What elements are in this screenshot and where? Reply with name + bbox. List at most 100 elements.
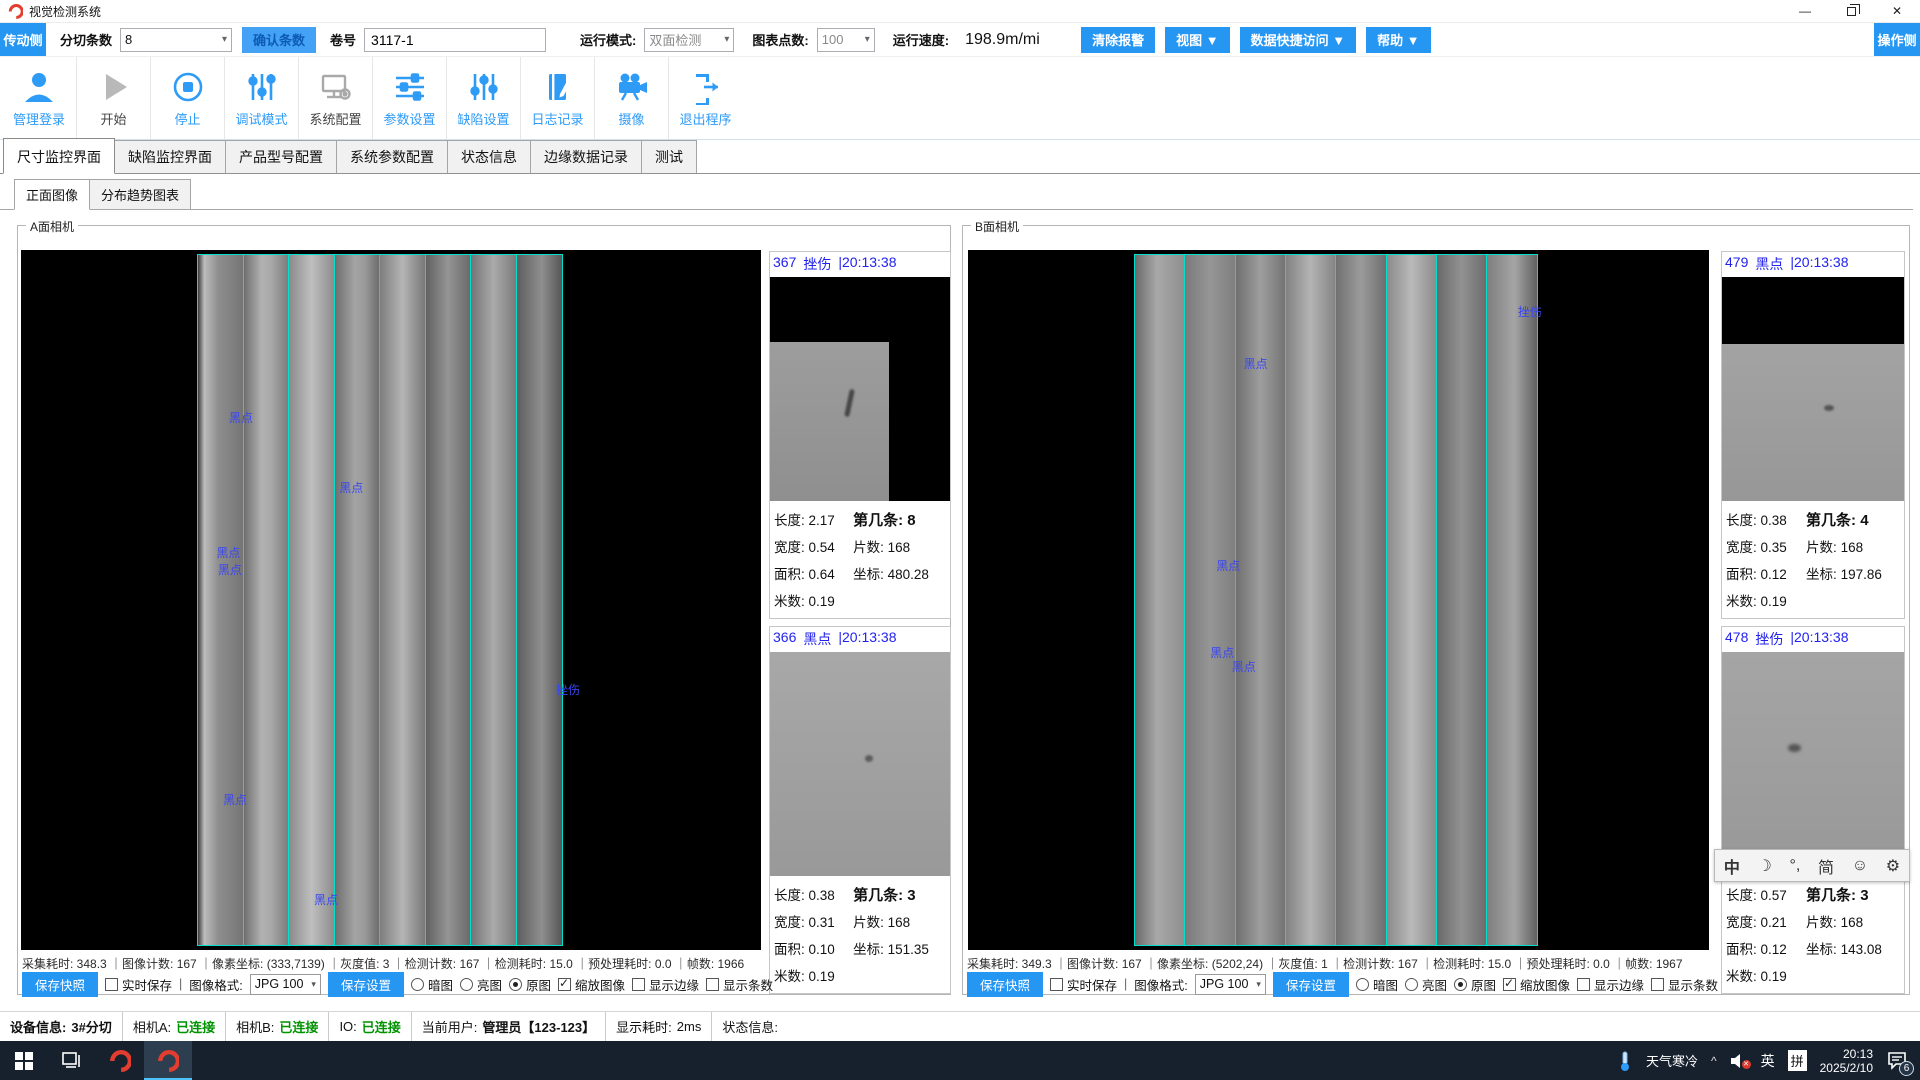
system-tray: 天气寒冷 ^ ✕ 英 拼 20:13 2025/2/10 6 bbox=[1617, 1041, 1920, 1080]
save-settings-button[interactable]: 保存设置 bbox=[1273, 972, 1349, 997]
show-edge-checkbox[interactable]: 显示边缘 bbox=[632, 975, 699, 994]
view-menu-button[interactable]: 视图 ▼ bbox=[1165, 27, 1229, 53]
weather-text[interactable]: 天气寒冷 bbox=[1646, 1051, 1698, 1070]
monitor-gear-icon bbox=[317, 68, 355, 106]
operator-side-button[interactable]: 操作侧 bbox=[1874, 23, 1920, 56]
show-count-checkbox[interactable]: 显示条数 bbox=[1651, 975, 1718, 994]
taskbar-app-icon[interactable] bbox=[96, 1041, 144, 1080]
app-logo-icon bbox=[109, 1050, 131, 1072]
defect-thumbnail bbox=[1722, 652, 1904, 876]
clear-alarm-button[interactable]: 清除报警 bbox=[1081, 27, 1155, 53]
debug-mode-button[interactable]: 调试模式 bbox=[224, 57, 298, 139]
defect-card[interactable]: 479 黑点 |20:13:38 长度: 0.38 第几条: 4 宽度: 0.3… bbox=[1721, 251, 1905, 619]
help-menu-button[interactable]: 帮助 ▼ bbox=[1366, 27, 1430, 53]
emoji-icon[interactable]: ☺ bbox=[1852, 857, 1868, 875]
save-settings-button[interactable]: 保存设置 bbox=[328, 972, 404, 997]
admin-login-button[interactable]: 管理登录 bbox=[2, 57, 76, 139]
exit-program-button[interactable]: 退出程序 bbox=[668, 57, 742, 139]
start-button[interactable]: 开始 bbox=[76, 57, 150, 139]
ime-mode-chinese[interactable]: 中 bbox=[1724, 854, 1740, 878]
current-user-segment: 当前用户:管理员【123-123】 bbox=[412, 1012, 606, 1041]
tab-size-monitor[interactable]: 尺寸监控界面 bbox=[3, 138, 115, 174]
image-format-select[interactable]: JPG 100▾ bbox=[1195, 974, 1266, 995]
defect-settings-button[interactable]: 缺陷设置 bbox=[446, 57, 520, 139]
video-camera-icon bbox=[613, 68, 651, 106]
defect-card[interactable]: 366 黑点 |20:13:38 长度: 0.38 第几条: 3 宽度: 0.3… bbox=[769, 626, 951, 994]
minimize-button[interactable]: — bbox=[1782, 0, 1828, 22]
chart-points-select[interactable]: 100▾ bbox=[817, 28, 875, 52]
zoom-image-checkbox[interactable]: 缩放图像 bbox=[558, 975, 625, 994]
tab-status-info[interactable]: 状态信息 bbox=[447, 140, 531, 173]
taskbar-clock[interactable]: 20:13 2025/2/10 bbox=[1820, 1047, 1873, 1075]
roll-label: 卷号 bbox=[330, 30, 356, 49]
speaker-muted-icon[interactable]: ✕ bbox=[1730, 1053, 1748, 1069]
subtab-trend-chart[interactable]: 分布趋势图表 bbox=[89, 179, 191, 209]
save-snapshot-button[interactable]: 保存快照 bbox=[22, 972, 98, 997]
data-access-menu-button[interactable]: 数据快捷访问 ▼ bbox=[1240, 27, 1356, 53]
punctuation-icon[interactable]: °, bbox=[1790, 857, 1801, 875]
realtime-save-checkbox[interactable]: 实时保存 bbox=[105, 975, 172, 994]
dark-image-radio[interactable]: 暗图 bbox=[1356, 975, 1398, 994]
hidden-icons-chevron[interactable]: ^ bbox=[1711, 1054, 1717, 1068]
defect-time: |20:13:38 bbox=[1790, 629, 1848, 649]
restore-button[interactable] bbox=[1828, 0, 1874, 22]
defect-card[interactable]: 367 挫伤 |20:13:38 长度: 2.17 第几条: 8 宽度: 0.5… bbox=[769, 251, 951, 619]
camera-a-image[interactable]: 黑点黑点黑点黑点挫伤黑点黑点 bbox=[21, 250, 761, 950]
defect-stats: 长度: 0.38 第几条: 3 宽度: 0.31 片数: 168 面积: 0.1… bbox=[770, 876, 950, 990]
system-config-button[interactable]: 系统配置 bbox=[298, 57, 372, 139]
chevron-down-icon: ▾ bbox=[1256, 979, 1261, 990]
task-view-button[interactable] bbox=[48, 1041, 96, 1080]
tab-defect-monitor[interactable]: 缺陷监控界面 bbox=[114, 140, 226, 173]
start-button[interactable] bbox=[0, 1041, 48, 1080]
run-mode-label: 运行模式: bbox=[580, 30, 636, 49]
language-indicator[interactable]: 英 bbox=[1761, 1051, 1775, 1071]
run-speed-label: 运行速度: bbox=[893, 30, 949, 49]
show-edge-checkbox[interactable]: 显示边缘 bbox=[1577, 975, 1644, 994]
checkbox-icon bbox=[558, 978, 571, 991]
parameter-settings-button[interactable]: 参数设置 bbox=[372, 57, 446, 139]
notification-badge: 6 bbox=[1899, 1061, 1914, 1076]
original-image-radio[interactable]: 原图 bbox=[509, 975, 551, 994]
confirm-count-button[interactable]: 确认条数 bbox=[242, 27, 316, 53]
show-count-checkbox[interactable]: 显示条数 bbox=[706, 975, 773, 994]
play-icon bbox=[95, 68, 133, 106]
defect-marker-label: 挫伤 bbox=[556, 681, 580, 698]
top-toolbar: 传动侧 分切条数 8▾ 确认条数 卷号 运行模式: 双面检测▾ 图表点数: 10… bbox=[0, 23, 1920, 57]
tab-edge-data-record[interactable]: 边缘数据记录 bbox=[530, 140, 642, 173]
camera-b-image[interactable]: 挫伤黑点黑点黑点黑点 bbox=[968, 250, 1709, 950]
defect-type: 挫伤 bbox=[803, 254, 831, 274]
defect-marker-label: 黑点 bbox=[1244, 355, 1268, 372]
fullwidth-moon-icon[interactable]: ☽ bbox=[1758, 856, 1772, 876]
defect-card[interactable]: 478 挫伤 |20:13:38 长度: 0.57 第几条: 3 宽度: 0.2… bbox=[1721, 626, 1905, 994]
stop-button[interactable]: 停止 bbox=[150, 57, 224, 139]
tab-system-param-config[interactable]: 系统参数配置 bbox=[336, 140, 448, 173]
ime-settings-gear-icon[interactable]: ⚙ bbox=[1886, 856, 1900, 876]
slit-count-select[interactable]: 8▾ bbox=[120, 28, 232, 52]
taskbar-app-icon-active[interactable] bbox=[144, 1041, 192, 1080]
log-record-button[interactable]: 日志记录 bbox=[520, 57, 594, 139]
run-mode-select[interactable]: 双面检测▾ bbox=[644, 28, 734, 52]
original-image-radio[interactable]: 原图 bbox=[1454, 975, 1496, 994]
capture-button[interactable]: 摄像 bbox=[594, 57, 668, 139]
bright-image-radio[interactable]: 亮图 bbox=[460, 975, 502, 994]
subtab-front-image[interactable]: 正面图像 bbox=[14, 179, 90, 210]
save-snapshot-button[interactable]: 保存快照 bbox=[967, 972, 1043, 997]
ime-mode-indicator[interactable]: 拼 bbox=[1788, 1050, 1807, 1071]
bright-image-radio[interactable]: 亮图 bbox=[1405, 975, 1447, 994]
checkbox-icon bbox=[1577, 978, 1590, 991]
image-format-select[interactable]: JPG 100▾ bbox=[250, 974, 321, 995]
realtime-save-checkbox[interactable]: 实时保存 bbox=[1050, 975, 1117, 994]
simplified-chinese-icon[interactable]: 简 bbox=[1818, 854, 1834, 878]
app-logo-icon bbox=[157, 1050, 179, 1072]
notification-center-button[interactable]: 6 bbox=[1886, 1049, 1910, 1073]
close-button[interactable]: ✕ bbox=[1874, 0, 1920, 22]
ime-toolbar[interactable]: 中 ☽ °, 简 ☺ ⚙ bbox=[1714, 849, 1910, 882]
roll-number-input[interactable] bbox=[364, 28, 546, 52]
dark-image-radio[interactable]: 暗图 bbox=[411, 975, 453, 994]
tab-test[interactable]: 测试 bbox=[641, 140, 697, 173]
sub-tabs: 正面图像 分布趋势图表 bbox=[0, 180, 1913, 210]
drive-side-button[interactable]: 传动侧 bbox=[0, 23, 46, 56]
app-window: 视觉检测系统 — ✕ 传动侧 分切条数 8▾ 确认条数 卷号 运行模式: 双面检… bbox=[0, 0, 1920, 1080]
tab-product-model-config[interactable]: 产品型号配置 bbox=[225, 140, 337, 173]
zoom-image-checkbox[interactable]: 缩放图像 bbox=[1503, 975, 1570, 994]
